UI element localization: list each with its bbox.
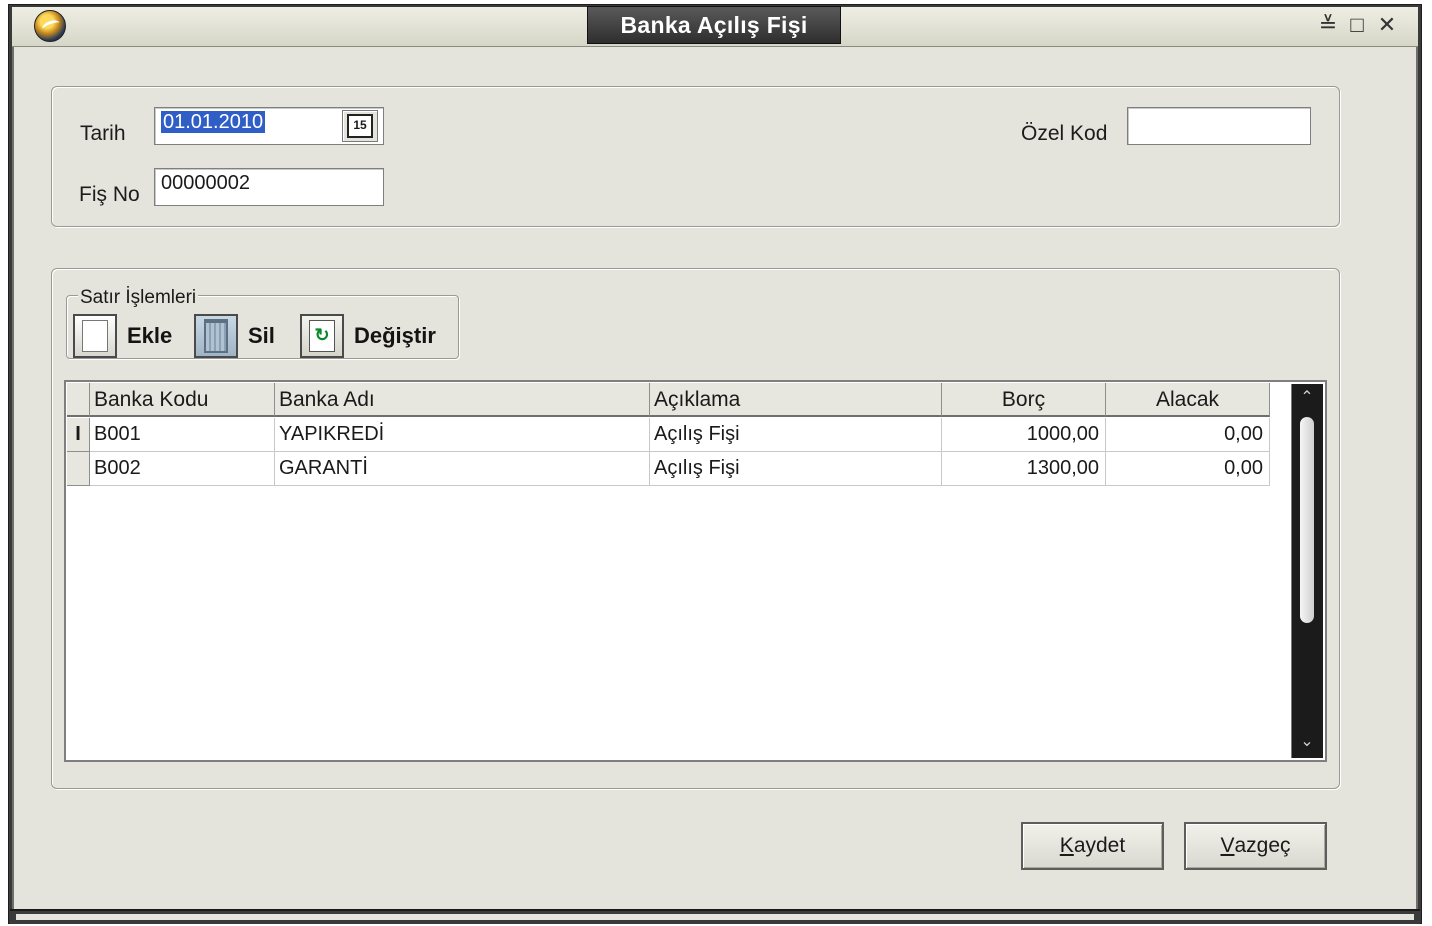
cancel-mnemonic: V	[1220, 834, 1235, 857]
cell-credit[interactable]: 0,00	[1106, 418, 1270, 452]
cell-debit[interactable]: 1300,00	[942, 452, 1106, 486]
date-value: 01.01.2010	[161, 111, 266, 133]
cell-bank-code[interactable]: B001	[90, 418, 275, 452]
change-line-button[interactable]: ↻ Değiştir	[300, 314, 436, 358]
row-indicator[interactable]	[67, 452, 90, 486]
cancel-button[interactable]: Vazgeç	[1184, 822, 1327, 870]
column-header-debit[interactable]: Borç	[942, 383, 1106, 417]
column-header-credit[interactable]: Alacak	[1106, 383, 1270, 417]
window-title: Banka Açılış Fişi	[587, 6, 841, 44]
change-line-label: Değiştir	[354, 323, 436, 348]
add-line-label: Ekle	[127, 323, 173, 348]
maximize-icon[interactable]: □	[1345, 12, 1369, 38]
cell-bank-name[interactable]: GARANTİ	[275, 452, 650, 486]
calendar-button[interactable]: 15	[342, 110, 378, 142]
column-header-description[interactable]: Açıklama	[650, 383, 942, 417]
save-label: aydet	[1073, 834, 1126, 857]
receipt-no-field[interactable]: 00000002	[154, 168, 384, 206]
scroll-up-icon[interactable]: ⌃	[1295, 386, 1319, 410]
cell-bank-name[interactable]: YAPIKREDİ	[275, 418, 650, 452]
grid-indicator-header	[67, 383, 90, 417]
globe-app-icon[interactable]	[34, 10, 66, 42]
trash-glyph	[204, 319, 228, 353]
cell-description[interactable]: Açılış Fişi	[650, 452, 942, 486]
globe-swoosh	[40, 18, 62, 34]
special-code-label: Özel Kod	[1021, 122, 1108, 145]
column-header-bank-code[interactable]: Banka Kodu	[90, 383, 275, 417]
scroll-down-icon[interactable]: ⌄	[1295, 730, 1319, 754]
cancel-label: azgeç	[1234, 834, 1291, 857]
receipt-no-label: Fiş No	[79, 183, 140, 206]
minimize-icon[interactable]: ≚	[1316, 12, 1340, 38]
cell-credit[interactable]: 0,00	[1106, 452, 1270, 486]
add-line-button[interactable]: Ekle	[73, 314, 172, 358]
calendar-icon: 15	[347, 114, 373, 138]
trash-icon	[194, 314, 238, 358]
cell-bank-code[interactable]: B002	[90, 452, 275, 486]
row-indicator[interactable]: I	[67, 418, 90, 452]
line-operations-legend: Satır İşlemleri	[78, 287, 199, 309]
refresh-document-icon: ↻	[300, 314, 344, 358]
date-label: Tarih	[80, 122, 126, 145]
delete-line-button[interactable]: Sil	[194, 314, 275, 358]
cell-description[interactable]: Açılış Fişi	[650, 418, 942, 452]
new-document-icon	[73, 314, 117, 358]
document-glyph	[82, 320, 108, 352]
scrollbar-thumb[interactable]	[1300, 417, 1314, 623]
close-icon[interactable]: ✕	[1375, 12, 1399, 38]
status-strip	[16, 914, 1414, 920]
delete-line-label: Sil	[248, 323, 275, 348]
special-code-field[interactable]	[1127, 107, 1311, 145]
save-mnemonic: K	[1059, 834, 1074, 857]
column-header-bank-name[interactable]: Banka Adı	[275, 383, 650, 417]
refresh-glyph: ↻	[309, 320, 335, 352]
cell-debit[interactable]: 1000,00	[942, 418, 1106, 452]
save-button[interactable]: Kaydet	[1021, 822, 1164, 870]
